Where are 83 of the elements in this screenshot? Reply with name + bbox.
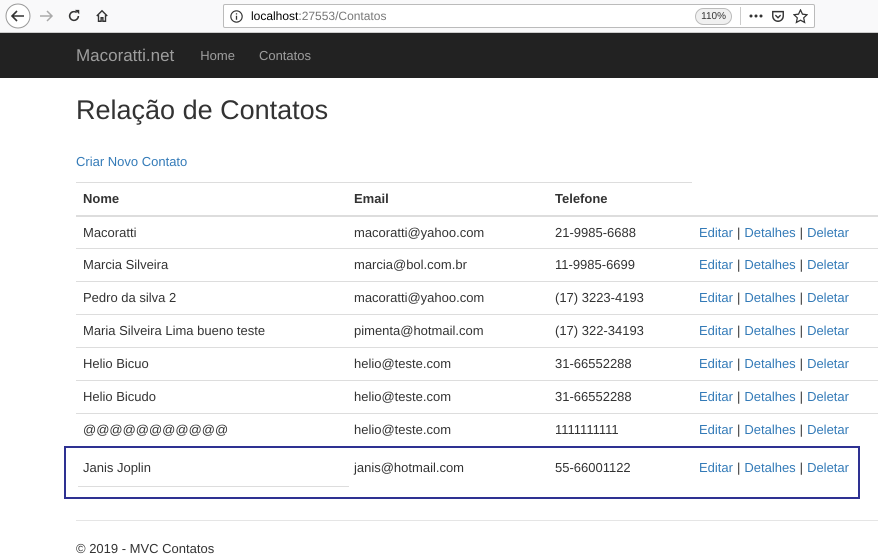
table-cell: pimenta@hotmail.com (354, 323, 484, 338)
table-cell: (17) 3223-4193 (555, 290, 644, 306)
separator: | (800, 389, 804, 404)
table-cell: Helio Bicuo (83, 356, 149, 372)
action-link[interactable]: Editar (699, 257, 733, 272)
table-cell: 11-9985-6699 (555, 257, 635, 272)
table-cell: 21-9985-6688 (555, 224, 636, 240)
table-cell: Macoratti (83, 224, 136, 240)
separator: | (736, 460, 740, 476)
star-icon[interactable] (793, 8, 808, 24)
action-link[interactable]: Deletar (807, 257, 849, 272)
action-link[interactable]: Detalhes (744, 356, 796, 372)
action-link[interactable]: Detalhes (744, 460, 796, 476)
action-link[interactable]: Detalhes (744, 224, 796, 240)
address-bar[interactable]: localhost:27553/Contatos 110% (223, 4, 815, 28)
nav-link[interactable]: Home (200, 46, 235, 66)
column-header: Telefone (554, 190, 608, 208)
separator: | (800, 224, 804, 240)
pocket-icon[interactable] (771, 9, 785, 23)
action-link[interactable]: Detalhes (744, 290, 796, 306)
table-cell: 1111111111 (555, 422, 619, 438)
action-link[interactable]: Deletar (807, 224, 849, 240)
table-cell: helio@teste.com (354, 422, 452, 438)
action-link[interactable]: Editar (699, 323, 733, 338)
action-link[interactable]: Editar (699, 460, 733, 476)
separator: | (736, 290, 740, 306)
separator: | (736, 422, 740, 438)
url-text: localhost:27553/Contatos (251, 8, 386, 25)
table-cell: Pedro da silva 2 (83, 290, 176, 306)
separator: | (800, 290, 804, 306)
table-cell: helio@teste.com (354, 389, 452, 404)
footer-text: © 2019 - MVC Contatos (76, 540, 214, 556)
table-cell: Marcia Silveira (83, 257, 168, 272)
separator: | (800, 460, 804, 476)
separator: | (736, 389, 740, 404)
table-cell: Janis Joplin (83, 460, 151, 476)
table-cell: marcia@bol.com.br (354, 257, 467, 272)
table-cell: 31-66552288 (555, 356, 632, 372)
table-cell: janis@hotmail.com (354, 460, 464, 476)
action-link[interactable]: Editar (699, 356, 733, 372)
action-link[interactable]: Editar (699, 389, 733, 404)
separator: | (800, 422, 804, 438)
action-link[interactable]: Detalhes (744, 389, 796, 404)
action-link[interactable]: Deletar (807, 422, 849, 438)
separator: | (736, 257, 740, 272)
column-header: Email (353, 190, 390, 208)
create-contact-link[interactable]: Criar Novo Contato (76, 154, 188, 170)
separator: | (800, 356, 804, 372)
page-title: Relação de Contatos (76, 94, 330, 126)
reload-icon[interactable] (67, 9, 81, 23)
back-icon[interactable] (5, 3, 31, 29)
action-link[interactable]: Deletar (807, 323, 849, 338)
table-cell: macoratti@yahoo.com (354, 290, 484, 306)
action-link[interactable]: Editar (699, 224, 733, 240)
separator: | (736, 323, 740, 338)
table-cell: 55-66001122 (555, 460, 631, 476)
separator: | (800, 323, 804, 338)
action-link[interactable]: Editar (699, 290, 733, 306)
action-link[interactable]: Detalhes (744, 257, 796, 272)
home-icon[interactable] (95, 9, 109, 23)
table-cell: Maria Silveira Lima bueno teste (83, 323, 266, 338)
action-link[interactable]: Detalhes (744, 323, 796, 338)
action-link[interactable]: Deletar (807, 389, 849, 404)
column-header: Nome (82, 190, 120, 208)
more-icon[interactable] (749, 14, 763, 18)
zoom-indicator[interactable]: 110% (695, 8, 732, 24)
action-link[interactable]: Deletar (807, 290, 849, 306)
info-icon[interactable] (230, 10, 243, 22)
table-cell: macoratti@yahoo.com (354, 224, 484, 240)
table-cell: 31-66552288 (555, 389, 632, 404)
table-cell: @@@@@@@@@@@ (83, 422, 228, 438)
action-link[interactable]: Editar (699, 422, 733, 438)
brand-link[interactable]: Macoratti.net (76, 42, 174, 68)
action-link[interactable]: Deletar (807, 460, 849, 476)
separator: | (800, 257, 804, 272)
action-link[interactable]: Deletar (807, 356, 849, 372)
table-cell: (17) 322-34193 (555, 323, 644, 338)
table-cell: helio@teste.com (354, 356, 452, 372)
action-link[interactable]: Detalhes (744, 422, 796, 438)
table-cell: Helio Bicudo (83, 389, 156, 404)
nav-link[interactable]: Contatos (258, 46, 311, 66)
separator: | (736, 356, 740, 372)
separator: | (736, 224, 740, 240)
